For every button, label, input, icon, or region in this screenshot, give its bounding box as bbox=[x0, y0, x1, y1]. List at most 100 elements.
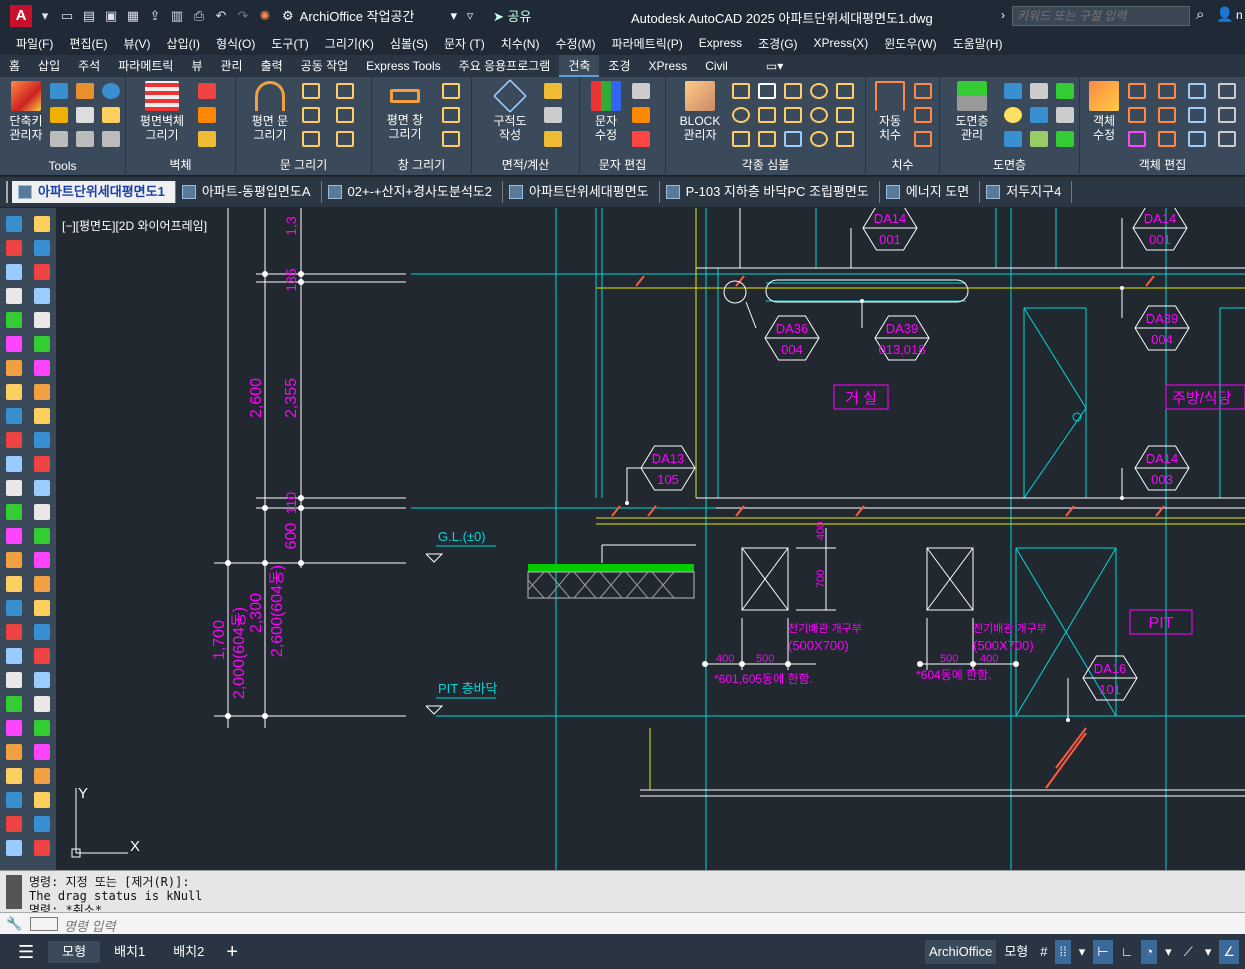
print-icon[interactable]: ⎙ bbox=[190, 8, 208, 24]
ribbon-tab[interactable]: Express Tools bbox=[357, 55, 449, 77]
tool-icon[interactable] bbox=[34, 240, 50, 256]
tool-icon[interactable] bbox=[6, 360, 22, 376]
tool-icon[interactable] bbox=[34, 552, 50, 568]
ribbon-tab[interactable]: 출력 bbox=[252, 55, 292, 77]
window-grid-icon[interactable] bbox=[442, 131, 460, 147]
symbol-14-icon[interactable] bbox=[810, 131, 828, 147]
match-icon[interactable]: ✺ bbox=[256, 8, 274, 24]
chevron-down-icon[interactable]: ▾ bbox=[1075, 940, 1090, 964]
menu-item[interactable]: 파라메트릭(P) bbox=[612, 35, 683, 52]
layer-8-icon[interactable] bbox=[1030, 131, 1048, 147]
tool-icon[interactable] bbox=[34, 528, 50, 544]
customize-icon[interactable]: ▿ bbox=[461, 8, 479, 24]
tool-icon[interactable] bbox=[6, 696, 22, 712]
document-tab[interactable]: 아파트단위세대평면도1 bbox=[12, 181, 176, 203]
new-file-icon[interactable]: ▭ bbox=[58, 8, 76, 24]
tool-icon[interactable] bbox=[6, 240, 22, 256]
user-icon[interactable]: 👤 bbox=[1216, 6, 1233, 23]
text-icon[interactable] bbox=[76, 107, 94, 123]
info-icon[interactable] bbox=[102, 83, 120, 99]
adjust-icon[interactable] bbox=[76, 131, 94, 147]
tool-icon[interactable] bbox=[6, 816, 22, 832]
symbol-6-icon[interactable] bbox=[732, 107, 750, 123]
ribbon-tab[interactable]: Civil bbox=[696, 55, 737, 77]
tool-icon[interactable] bbox=[34, 768, 50, 784]
menu-item[interactable]: 도움말(H) bbox=[953, 35, 1003, 52]
symbol-10-icon[interactable] bbox=[836, 107, 854, 123]
drawing-canvas[interactable]: DA14 001 DA14 001 DA36 004 DA39 013,018 DA39 004 D… bbox=[56, 208, 1245, 870]
door-arc-icon[interactable] bbox=[336, 83, 354, 99]
command-prompt-icon[interactable] bbox=[30, 917, 58, 931]
tool-icon[interactable] bbox=[6, 648, 22, 664]
search-icon[interactable]: ⌕ bbox=[1196, 6, 1204, 23]
symbol-3-icon[interactable] bbox=[784, 83, 802, 99]
ribbon-tab[interactable]: 삽입 bbox=[29, 55, 69, 77]
save-as-icon[interactable]: ▦ bbox=[124, 8, 142, 24]
obj-3-icon[interactable] bbox=[1188, 83, 1206, 99]
tool-icon[interactable] bbox=[6, 744, 22, 760]
layer-7-icon[interactable] bbox=[1004, 131, 1022, 147]
document-tab[interactable]: 아파트-동평입면도A bbox=[176, 181, 322, 203]
tool-icon[interactable] bbox=[34, 816, 50, 832]
tool-icon[interactable] bbox=[34, 600, 50, 616]
menu-item[interactable]: 파일(F) bbox=[16, 35, 53, 52]
menu-item[interactable]: 치수(N) bbox=[501, 35, 540, 52]
symbol-5-icon[interactable] bbox=[836, 83, 854, 99]
ribbon-tab[interactable]: 파라메트릭 bbox=[109, 55, 182, 77]
symbol-4-icon[interactable] bbox=[810, 83, 828, 99]
viewport-label[interactable]: [−][평면도][2D 와이어프레임] bbox=[62, 217, 207, 234]
symbol-9-icon[interactable] bbox=[810, 107, 828, 123]
obj-11-icon[interactable] bbox=[1188, 131, 1206, 147]
symbol-2-icon[interactable] bbox=[758, 83, 776, 99]
abc-icon[interactable] bbox=[632, 131, 650, 147]
ortho-icon[interactable]: ∟ bbox=[1117, 940, 1138, 964]
tool-icon[interactable] bbox=[34, 456, 50, 472]
text-edit-button[interactable]: 문자 수정 bbox=[586, 81, 626, 142]
door-swing-icon[interactable] bbox=[302, 83, 320, 99]
symbol-12-icon[interactable] bbox=[758, 131, 776, 147]
menu-item[interactable]: 윈도우(W) bbox=[884, 35, 936, 52]
tool-icon[interactable] bbox=[6, 504, 22, 520]
workspace-dropdown[interactable]: ⚙ ArchiOffice 작업공간 ▾ bbox=[282, 6, 457, 25]
tool-icon[interactable] bbox=[6, 264, 22, 280]
layout-tab[interactable]: 모형 bbox=[48, 940, 101, 963]
tool-icon[interactable] bbox=[6, 600, 22, 616]
tool-icon[interactable] bbox=[34, 288, 50, 304]
table-icon[interactable] bbox=[544, 107, 562, 123]
dim-chain-icon[interactable] bbox=[914, 107, 932, 123]
ribbon-tab[interactable]: 주요 응용프로그램 bbox=[450, 55, 560, 77]
save-icon[interactable]: ▣ bbox=[102, 8, 120, 24]
tool-icon[interactable] bbox=[34, 216, 50, 232]
tool-icon[interactable] bbox=[6, 336, 22, 352]
archioffice-button[interactable]: ArchiOffice bbox=[924, 939, 997, 964]
menu-item[interactable]: 형식(O) bbox=[216, 35, 255, 52]
wall-t-icon[interactable] bbox=[198, 107, 216, 123]
menu-item[interactable]: XPress(X) bbox=[814, 36, 869, 50]
tool-icon[interactable] bbox=[6, 720, 22, 736]
symbol-13-icon[interactable] bbox=[784, 131, 802, 147]
area-table-button[interactable]: 구적도 작성 bbox=[482, 79, 538, 142]
menu-item[interactable]: 심볼(S) bbox=[390, 35, 428, 52]
window-split-icon[interactable] bbox=[442, 83, 460, 99]
obj-2-icon[interactable] bbox=[1158, 83, 1176, 99]
tool-icon[interactable] bbox=[6, 288, 22, 304]
layer-3-icon[interactable] bbox=[1056, 83, 1074, 99]
undo-icon[interactable]: ↶ bbox=[212, 8, 230, 24]
share-button[interactable]: ➤ 공유 bbox=[493, 6, 531, 25]
redo-icon[interactable]: ↷ bbox=[234, 8, 252, 24]
app-menu-button[interactable]: A bbox=[10, 4, 32, 27]
menu-item[interactable]: 뷰(V) bbox=[123, 35, 150, 52]
tool-icon[interactable] bbox=[34, 696, 50, 712]
tool-icon[interactable] bbox=[34, 408, 50, 424]
tool-icon[interactable] bbox=[34, 576, 50, 592]
obj-7-icon[interactable] bbox=[1188, 107, 1206, 123]
open-folder-icon[interactable]: ▤ bbox=[80, 8, 98, 24]
obj-9-icon[interactable] bbox=[1128, 131, 1146, 147]
tool-icon[interactable] bbox=[34, 840, 50, 856]
tool-icon[interactable] bbox=[6, 792, 22, 808]
tool-icon[interactable] bbox=[6, 432, 22, 448]
ribbon-toggle-icon[interactable]: ▭▾ bbox=[757, 55, 792, 77]
tool-icon[interactable] bbox=[34, 624, 50, 640]
document-tab[interactable]: 아파트단위세대평면도 bbox=[503, 181, 660, 203]
tool-icon[interactable] bbox=[6, 384, 22, 400]
